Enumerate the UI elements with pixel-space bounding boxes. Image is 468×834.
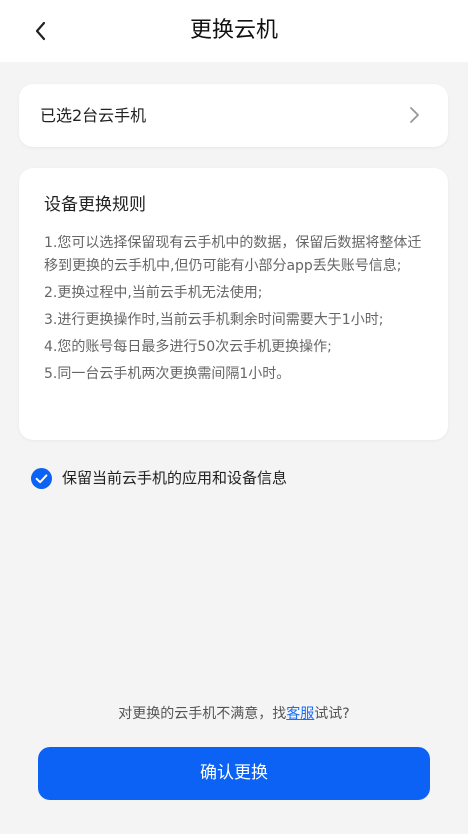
support-suffix: 试试? [314,706,350,722]
top-bar: 更换云机 [0,0,468,62]
back-button[interactable] [24,14,58,48]
chevron-right-icon [410,107,419,123]
support-prefix: 对更换的云手机不满意，找 [118,706,287,722]
rule-item: 4.您的账号每日最多进行50次云手机更换操作; [44,339,332,355]
selected-phones-label: 已选2台云手机 [40,106,147,125]
page-title: 更换云机 [189,18,278,43]
selected-phones-row[interactable]: 已选2台云手机 [19,84,448,147]
rule-item: 5.同一台云手机两次更换需间隔1小时。 [44,366,291,382]
rule-item: 2.更换过程中,当前云手机无法使用; [44,285,263,301]
check-circle-icon[interactable] [31,467,52,489]
chevron-left-icon [35,21,46,41]
rule-item: 3.进行更换操作时,当前云手机剩余时间需要大于1小时; [44,312,384,328]
keep-data-label: 保留当前云手机的应用和设备信息 [62,469,288,487]
customer-service-link[interactable]: 客服 [286,706,314,722]
rules-title: 设备更换规则 [44,195,146,215]
keep-data-option[interactable]: 保留当前云手机的应用和设备信息 [31,467,287,489]
confirm-change-button[interactable]: 确认更换 [38,747,430,800]
rule-item: 1.您可以选择保留现有云手机中的数据，保留后数据将整体迁移到更换的云手机中,但仍… [44,235,422,274]
change-cloud-phone-page: 更换云机 已选2台云手机 设备更换规则 1.您可以选择保留现有云手机中的数据，保… [0,0,468,834]
support-hint: 对更换的云手机不满意，找客服试试? [0,703,468,725]
rules-card: 设备更换规则 1.您可以选择保留现有云手机中的数据，保留后数据将整体迁移到更换的… [19,168,448,440]
